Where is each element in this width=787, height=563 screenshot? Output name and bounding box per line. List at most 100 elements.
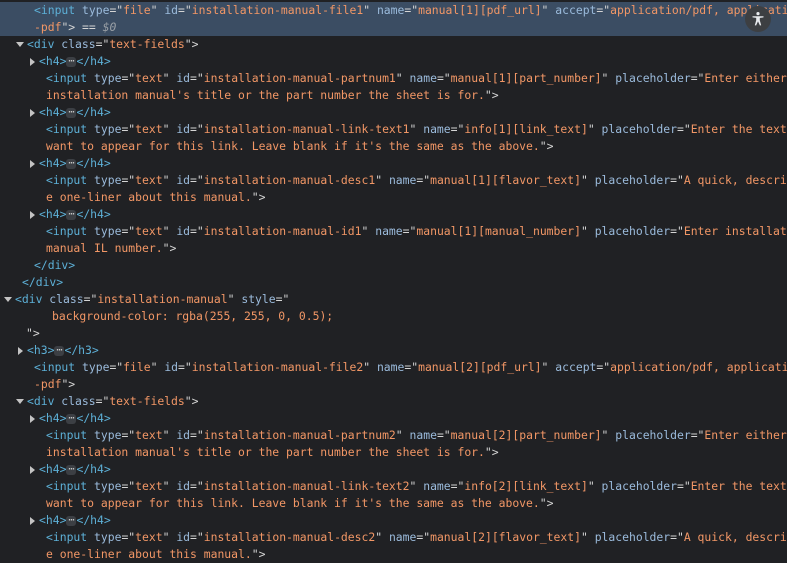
code-token: "> (484, 88, 499, 102)
code-token: =" (404, 360, 419, 374)
code-token: <h4> (39, 513, 67, 527)
code-token: manual[2][flavor_text] (430, 530, 581, 544)
collapsed-children-ellipsis[interactable]: ⋯ (54, 345, 65, 356)
code-token: manual[2][pdf_url] (418, 360, 542, 374)
dom-node-line[interactable]: want to appear for this link. Leave blan… (0, 495, 787, 512)
code-token: installation-manual-file2 (191, 360, 364, 374)
collapsed-children-ellipsis[interactable]: ⋯ (66, 158, 77, 169)
code-token: text-fields (109, 394, 185, 408)
collapse-triangle-icon[interactable] (30, 159, 35, 168)
code-token: Enter the text you (690, 122, 787, 136)
dom-node-line[interactable]: e one-liner about this manual."> (0, 189, 787, 206)
dom-node-line[interactable]: <h3> ⋯ </h3> (0, 342, 787, 359)
code-token: =" (190, 428, 204, 442)
expand-triangle-icon[interactable] (16, 42, 24, 47)
dom-node-line[interactable]: <h4> ⋯ </h4> (0, 512, 787, 529)
code-token: installation manual's title or the part … (46, 88, 485, 102)
dom-node-line[interactable]: <input type="text" id="installation-manu… (0, 223, 787, 240)
code-token: id (176, 479, 191, 493)
dom-node-line[interactable]: "> (0, 325, 787, 342)
code-token: " (580, 530, 595, 544)
code-token: " (409, 122, 424, 136)
collapse-triangle-icon[interactable] (30, 210, 35, 219)
code-token: installation-manual-link-text2 (203, 479, 410, 493)
accessibility-icon[interactable] (745, 6, 771, 32)
code-token: id (164, 3, 179, 17)
code-token: Enter either the (704, 71, 787, 85)
code-token: application/pdf, application/x (610, 360, 787, 374)
collapsed-children-ellipsis[interactable]: ⋯ (66, 464, 77, 475)
collapse-triangle-icon[interactable] (30, 57, 35, 66)
dom-node-line[interactable]: <input type="text" id="installation-manu… (0, 529, 787, 546)
collapse-triangle-icon[interactable] (30, 516, 35, 525)
code-token: " (363, 3, 377, 17)
code-token: =" (121, 71, 136, 85)
code-token: " (587, 479, 602, 493)
dom-node-line[interactable]: <h4> ⋯ </h4> (0, 206, 787, 223)
collapsed-children-ellipsis[interactable]: ⋯ (66, 515, 77, 526)
code-token: =" (690, 71, 705, 85)
dom-node-line[interactable]: <input type="text" id="installation-manu… (0, 70, 787, 87)
dom-node-line[interactable]: <h4> ⋯ </h4> (0, 155, 787, 172)
dom-node-line[interactable]: <input type="text" id="installation-manu… (0, 172, 787, 189)
dom-node-line[interactable]: <div class="installation-manual" style=" (0, 291, 787, 308)
code-token: installation-manual-partnum2 (203, 428, 396, 442)
code-token: " (580, 173, 595, 187)
code-token: =" (178, 360, 192, 374)
dom-node-line[interactable]: background-color: rgba(255, 255, 0, 0.5)… (0, 308, 787, 325)
collapsed-children-ellipsis[interactable]: ⋯ (66, 209, 77, 220)
code-token: " (361, 224, 376, 238)
dom-node-line[interactable]: <input type="text" id="installation-manu… (0, 478, 787, 495)
dom-node-line[interactable]: <h4> ⋯ </h4> (0, 53, 787, 70)
collapsed-children-ellipsis[interactable]: ⋯ (66, 413, 77, 424)
dom-node-line[interactable]: </div> (0, 274, 787, 291)
dom-node-line[interactable]: e one-liner about this manual."> (0, 546, 787, 563)
collapse-triangle-icon[interactable] (30, 414, 35, 423)
code-token: =" (436, 428, 451, 442)
dom-node-line[interactable]: <h4> ⋯ </h4> (0, 104, 787, 121)
dom-node-line[interactable]: <input type="file" id="installation-manu… (0, 2, 787, 19)
code-token: manual[1][pdf_url] (418, 3, 542, 17)
code-token: name (409, 428, 437, 442)
code-token: =" (121, 224, 136, 238)
dom-node-line[interactable]: installation manual's title or the part … (0, 444, 787, 461)
dom-node-line[interactable]: <div class="text-fields"> (0, 393, 787, 410)
collapse-triangle-icon[interactable] (30, 465, 35, 474)
code-token: " (363, 360, 377, 374)
dom-node-line[interactable]: <div class="text-fields"> (0, 36, 787, 53)
code-token: " (541, 3, 556, 17)
code-token: manual[1][manual_number] (416, 224, 581, 238)
code-token: "> (539, 139, 554, 153)
expand-triangle-icon[interactable] (16, 399, 24, 404)
dom-node-line[interactable]: <input type="text" id="installation-manu… (0, 427, 787, 444)
code-token: type (94, 71, 122, 85)
code-token: placeholder (615, 428, 691, 442)
code-token: " (227, 292, 242, 306)
code-token: " (150, 360, 165, 374)
collapsed-children-ellipsis[interactable]: ⋯ (66, 107, 77, 118)
code-token: info[1][link_text] (464, 122, 588, 136)
code-token: -pdf (34, 377, 62, 391)
code-token: " (375, 173, 389, 187)
dom-node-line[interactable]: -pdf"> (0, 376, 787, 393)
dom-node-line[interactable]: <input type="text" id="installation-manu… (0, 121, 787, 138)
dom-node-line[interactable]: installation manual's title or the part … (0, 87, 787, 104)
code-token: Enter installation (683, 224, 787, 238)
code-token: =" (416, 530, 431, 544)
dom-node-line[interactable]: <h4> ⋯ </h4> (0, 410, 787, 427)
collapsed-children-ellipsis[interactable]: ⋯ (66, 56, 77, 67)
dom-node-line[interactable]: </div> (0, 257, 787, 274)
dom-node-line[interactable]: manual IL number."> (0, 240, 787, 257)
code-token: name (375, 224, 403, 238)
dom-node-line[interactable]: want to appear for this link. Leave blan… (0, 138, 787, 155)
collapse-triangle-icon[interactable] (30, 108, 35, 117)
collapse-triangle-icon[interactable] (18, 346, 23, 355)
code-token: placeholder (594, 224, 671, 238)
code-token: "> (26, 326, 40, 340)
dom-node-line[interactable]: <h4> ⋯ </h4> (0, 461, 787, 478)
code-token: placeholder (601, 122, 677, 136)
dom-node-line[interactable]: <input type="file" id="installation-manu… (0, 359, 787, 376)
dom-node-line[interactable]: -pdf"> == $0 (0, 19, 787, 36)
expand-triangle-icon[interactable] (4, 297, 12, 302)
code-token: =" (402, 224, 417, 238)
